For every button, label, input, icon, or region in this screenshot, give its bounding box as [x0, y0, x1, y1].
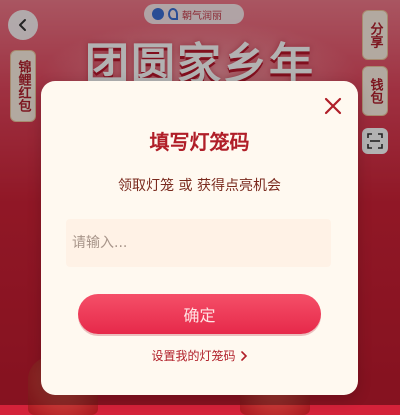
chevron-right-icon	[240, 350, 247, 361]
lantern-code-dialog: 填写灯笼码 领取灯笼 或 获得点亮机会 确定 设置我的灯笼码	[41, 81, 358, 395]
lantern-code-input[interactable]	[66, 219, 331, 267]
close-icon	[324, 97, 342, 115]
confirm-button[interactable]: 确定	[78, 294, 321, 334]
dialog-title: 填写灯笼码	[149, 130, 250, 154]
close-button[interactable]	[322, 95, 344, 117]
lantern-code-input-wrapper	[66, 219, 331, 267]
set-my-lantern-code-link[interactable]: 设置我的灯笼码	[41, 347, 358, 364]
dialog-subtitle: 领取灯笼 或 获得点亮机会	[118, 178, 281, 194]
settings-link-label: 设置我的灯笼码	[151, 349, 236, 363]
